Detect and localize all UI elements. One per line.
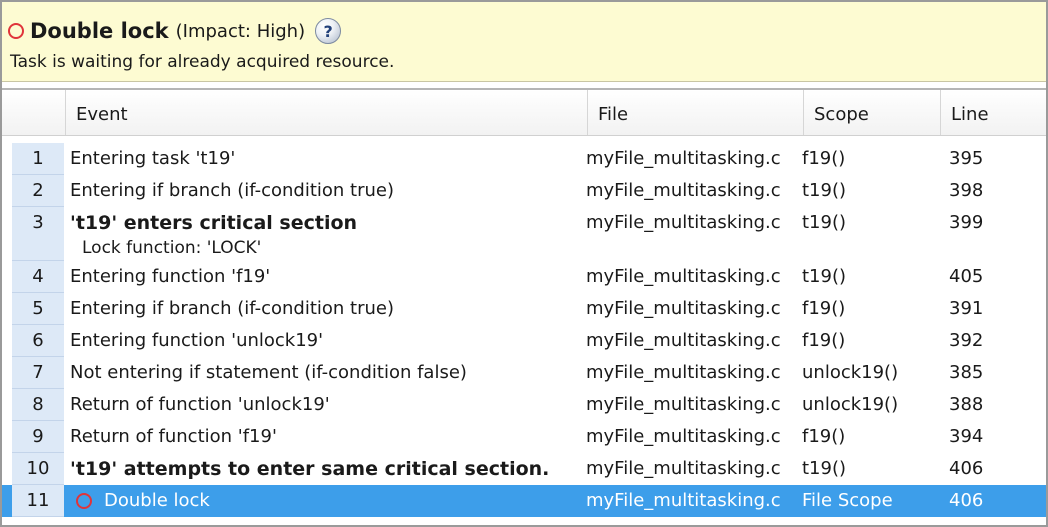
file-cell: myFile_multitasking.c [586,458,781,479]
table-row[interactable]: 9 Return of function 'f19' myFile_multit… [2,421,1046,453]
event-cell: Entering if branch (if-condition true) [70,180,394,201]
row-number: 3 [12,207,64,261]
event-detail: Lock function: 'LOCK' [82,238,262,258]
scope-cell: unlock19() [802,394,899,415]
line-cell: 388 [949,394,984,415]
row-number: 7 [12,357,64,389]
scope-cell: t19() [802,180,847,201]
table-row[interactable]: 4 Entering function 'f19' myFile_multita… [2,261,1046,293]
table-row[interactable]: 2 Entering if branch (if-condition true)… [2,175,1046,207]
event-cell: Entering function 'unlock19' [70,330,324,351]
event-cell: 't19' attempts to enter same critical se… [70,458,550,480]
line-cell: 406 [949,490,984,511]
row-number: 8 [12,389,64,421]
file-cell: myFile_multitasking.c [586,148,781,169]
table-row[interactable]: 5 Entering if branch (if-condition true)… [2,293,1046,325]
line-cell: 385 [949,362,984,383]
line-cell: 405 [949,266,984,287]
line-cell: 395 [949,148,984,169]
event-cell: Entering if branch (if-condition true) [70,298,394,319]
column-header-event[interactable]: Event [66,90,588,135]
row-number: 6 [12,325,64,357]
defect-title: Double lock [30,19,169,43]
event-cell: Return of function 'f19' [70,426,277,447]
file-cell: myFile_multitasking.c [586,426,781,447]
line-cell: 399 [949,212,984,233]
event-cell: Return of function 'unlock19' [70,394,330,415]
defect-title-row: Double lock (Impact: High) ? [8,14,342,48]
defect-description: Task is waiting for already acquired res… [10,52,395,72]
table-row[interactable]: 1 Entering task 't19' myFile_multitaskin… [2,143,1046,175]
scope-cell: t19() [802,458,847,479]
line-cell: 406 [949,458,984,479]
table-row[interactable]: 7 Not entering if statement (if-conditio… [2,357,1046,389]
table-row[interactable]: 8 Return of function 'unlock19' myFile_m… [2,389,1046,421]
line-cell: 392 [949,330,984,351]
table-row[interactable]: 10 't19' attempts to enter same critical… [2,453,1046,485]
event-table-body: 1 Entering task 't19' myFile_multitaskin… [2,143,1046,517]
scope-cell: f19() [802,426,846,447]
defect-impact: (Impact: High) [175,20,306,42]
file-cell: myFile_multitasking.c [586,266,781,287]
line-cell: 398 [949,180,984,201]
file-cell: myFile_multitasking.c [586,490,781,511]
file-cell: myFile_multitasking.c [586,212,781,233]
event-cell: Entering task 't19' [70,148,236,169]
row-number: 1 [12,143,64,175]
scope-cell: t19() [802,266,847,287]
header-separator [2,82,1046,90]
file-cell: myFile_multitasking.c [586,394,781,415]
line-cell: 394 [949,426,984,447]
row-number: 11 [12,485,64,517]
file-cell: myFile_multitasking.c [586,330,781,351]
column-header-scope[interactable]: Scope [804,90,941,135]
help-icon[interactable]: ? [315,18,342,44]
event-cell: Entering function 'f19' [70,266,271,287]
scope-cell: t19() [802,212,847,233]
column-header-number[interactable] [2,90,66,135]
row-number: 4 [12,261,64,293]
event-text: Double lock [104,490,210,511]
event-cell: Double lock [64,485,586,517]
column-header-line[interactable]: Line [941,90,1046,135]
event-table-header: Event File Scope Line [2,90,1046,136]
table-row-selected[interactable]: 11 Double lock myFile_multitasking.c Fil… [2,485,1046,517]
results-details-panel: Double lock (Impact: High) ? Task is wai… [0,0,1048,527]
defect-status-icon [8,23,24,39]
file-cell: myFile_multitasking.c [586,298,781,319]
scope-cell: File Scope [802,490,893,511]
scope-cell: f19() [802,148,846,169]
scope-cell: f19() [802,330,846,351]
table-row[interactable]: 3 't19' enters critical section myFile_m… [2,207,1046,261]
event-cell: Not entering if statement (if-condition … [70,362,467,383]
defect-header: Double lock (Impact: High) ? Task is wai… [2,2,1046,82]
row-number: 10 [12,453,64,485]
table-row[interactable]: 6 Entering function 'unlock19' myFile_mu… [2,325,1046,357]
row-number: 2 [12,175,64,207]
row-number: 9 [12,421,64,453]
scope-cell: unlock19() [802,362,899,383]
file-cell: myFile_multitasking.c [586,362,781,383]
column-header-file[interactable]: File [588,90,804,135]
red-ring-icon [76,493,92,509]
row-number: 5 [12,293,64,325]
line-cell: 391 [949,298,984,319]
file-cell: myFile_multitasking.c [586,180,781,201]
scope-cell: f19() [802,298,846,319]
